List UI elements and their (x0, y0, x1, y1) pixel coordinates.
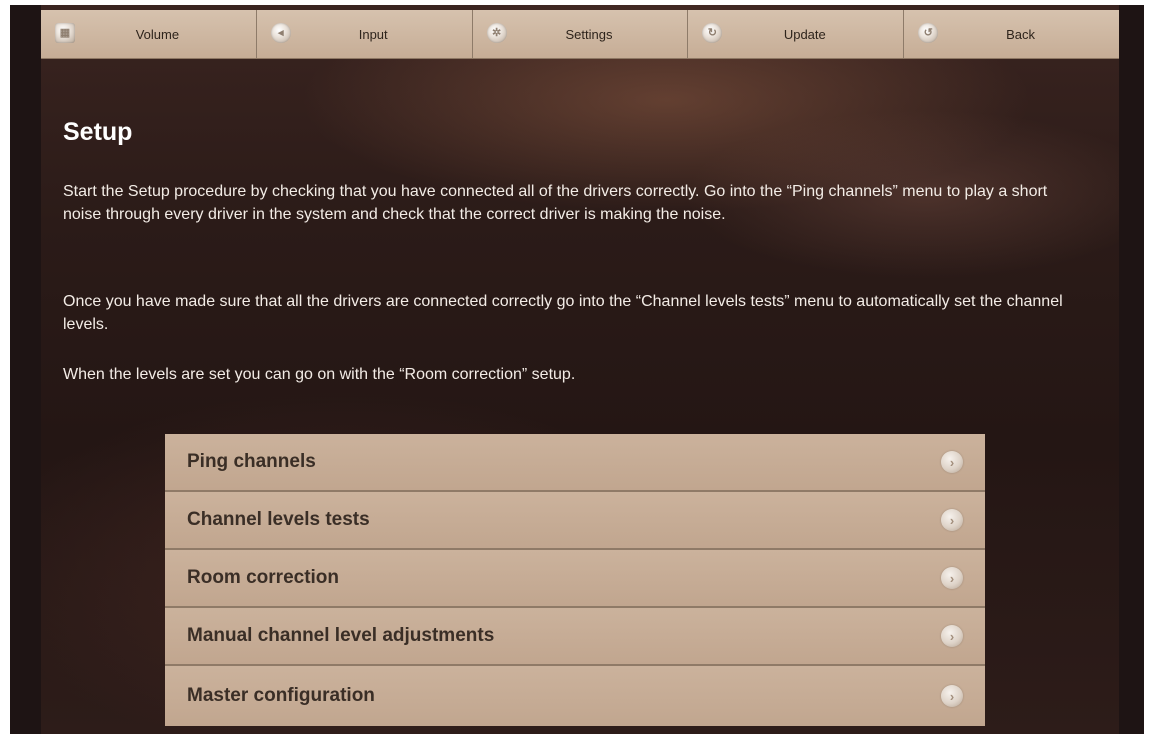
nav-update-button[interactable]: ↻ Update (688, 10, 905, 58)
nav-back-button[interactable]: ↺ Back (904, 10, 1119, 58)
chevron-right-icon: › (941, 509, 963, 531)
nav-volume-button[interactable]: ▦ Volume (41, 10, 257, 58)
main-stage: ▦ Volume ◂ Input ✲ Settings ↻ Update ↺ B… (41, 5, 1119, 734)
page-title: Setup (63, 118, 133, 146)
intro-paragraph-3: When the levels are set you can go on wi… (63, 366, 576, 383)
chevron-right-icon: › (941, 625, 963, 647)
menu-item-ping-channels[interactable]: Ping channels › (165, 434, 985, 492)
speaker-icon: ◂ (270, 23, 291, 43)
nav-update-label: Update (783, 26, 826, 42)
setup-menu: Ping channels › Channel levels tests › R… (165, 434, 985, 726)
nav-settings-button[interactable]: ✲ Settings (472, 10, 689, 58)
menu-item-room-correction[interactable]: Room correction › (165, 550, 985, 608)
menu-item-channel-levels-tests[interactable]: Channel levels tests › (165, 492, 985, 550)
gear-icon: ✲ (486, 23, 507, 43)
refresh-icon: ↻ (702, 23, 723, 43)
nav-input-label: Input (358, 26, 388, 42)
nav-back-label: Back (1006, 26, 1036, 42)
menu-item-manual-channel-level-adjustments[interactable]: Manual channel level adjustments › (165, 608, 985, 666)
grid-icon: ▦ (55, 23, 75, 43)
chevron-right-icon: › (941, 451, 963, 473)
intro-paragraph-1: Start the Setup procedure by checking th… (63, 183, 1048, 223)
menu-item-label: Room correction (187, 567, 340, 588)
nav-settings-label: Settings (565, 26, 613, 42)
chevron-right-icon: › (941, 567, 963, 589)
menu-item-label: Ping channels (187, 451, 316, 472)
app-frame: ▦ Volume ◂ Input ✲ Settings ↻ Update ↺ B… (10, 5, 1144, 734)
top-navbar: ▦ Volume ◂ Input ✲ Settings ↻ Update ↺ B… (41, 10, 1119, 59)
chevron-right-icon: › (941, 685, 963, 707)
menu-item-master-configuration[interactable]: Master configuration › (165, 666, 985, 726)
menu-item-label: Master configuration (187, 685, 375, 706)
nav-volume-label: Volume (135, 26, 180, 42)
back-arrow-icon: ↺ (918, 23, 939, 43)
menu-item-label: Channel levels tests (187, 509, 370, 530)
intro-paragraph-2: Once you have made sure that all the dri… (63, 293, 1063, 333)
menu-item-label: Manual channel level adjustments (187, 625, 495, 646)
nav-input-button[interactable]: ◂ Input (256, 10, 473, 58)
